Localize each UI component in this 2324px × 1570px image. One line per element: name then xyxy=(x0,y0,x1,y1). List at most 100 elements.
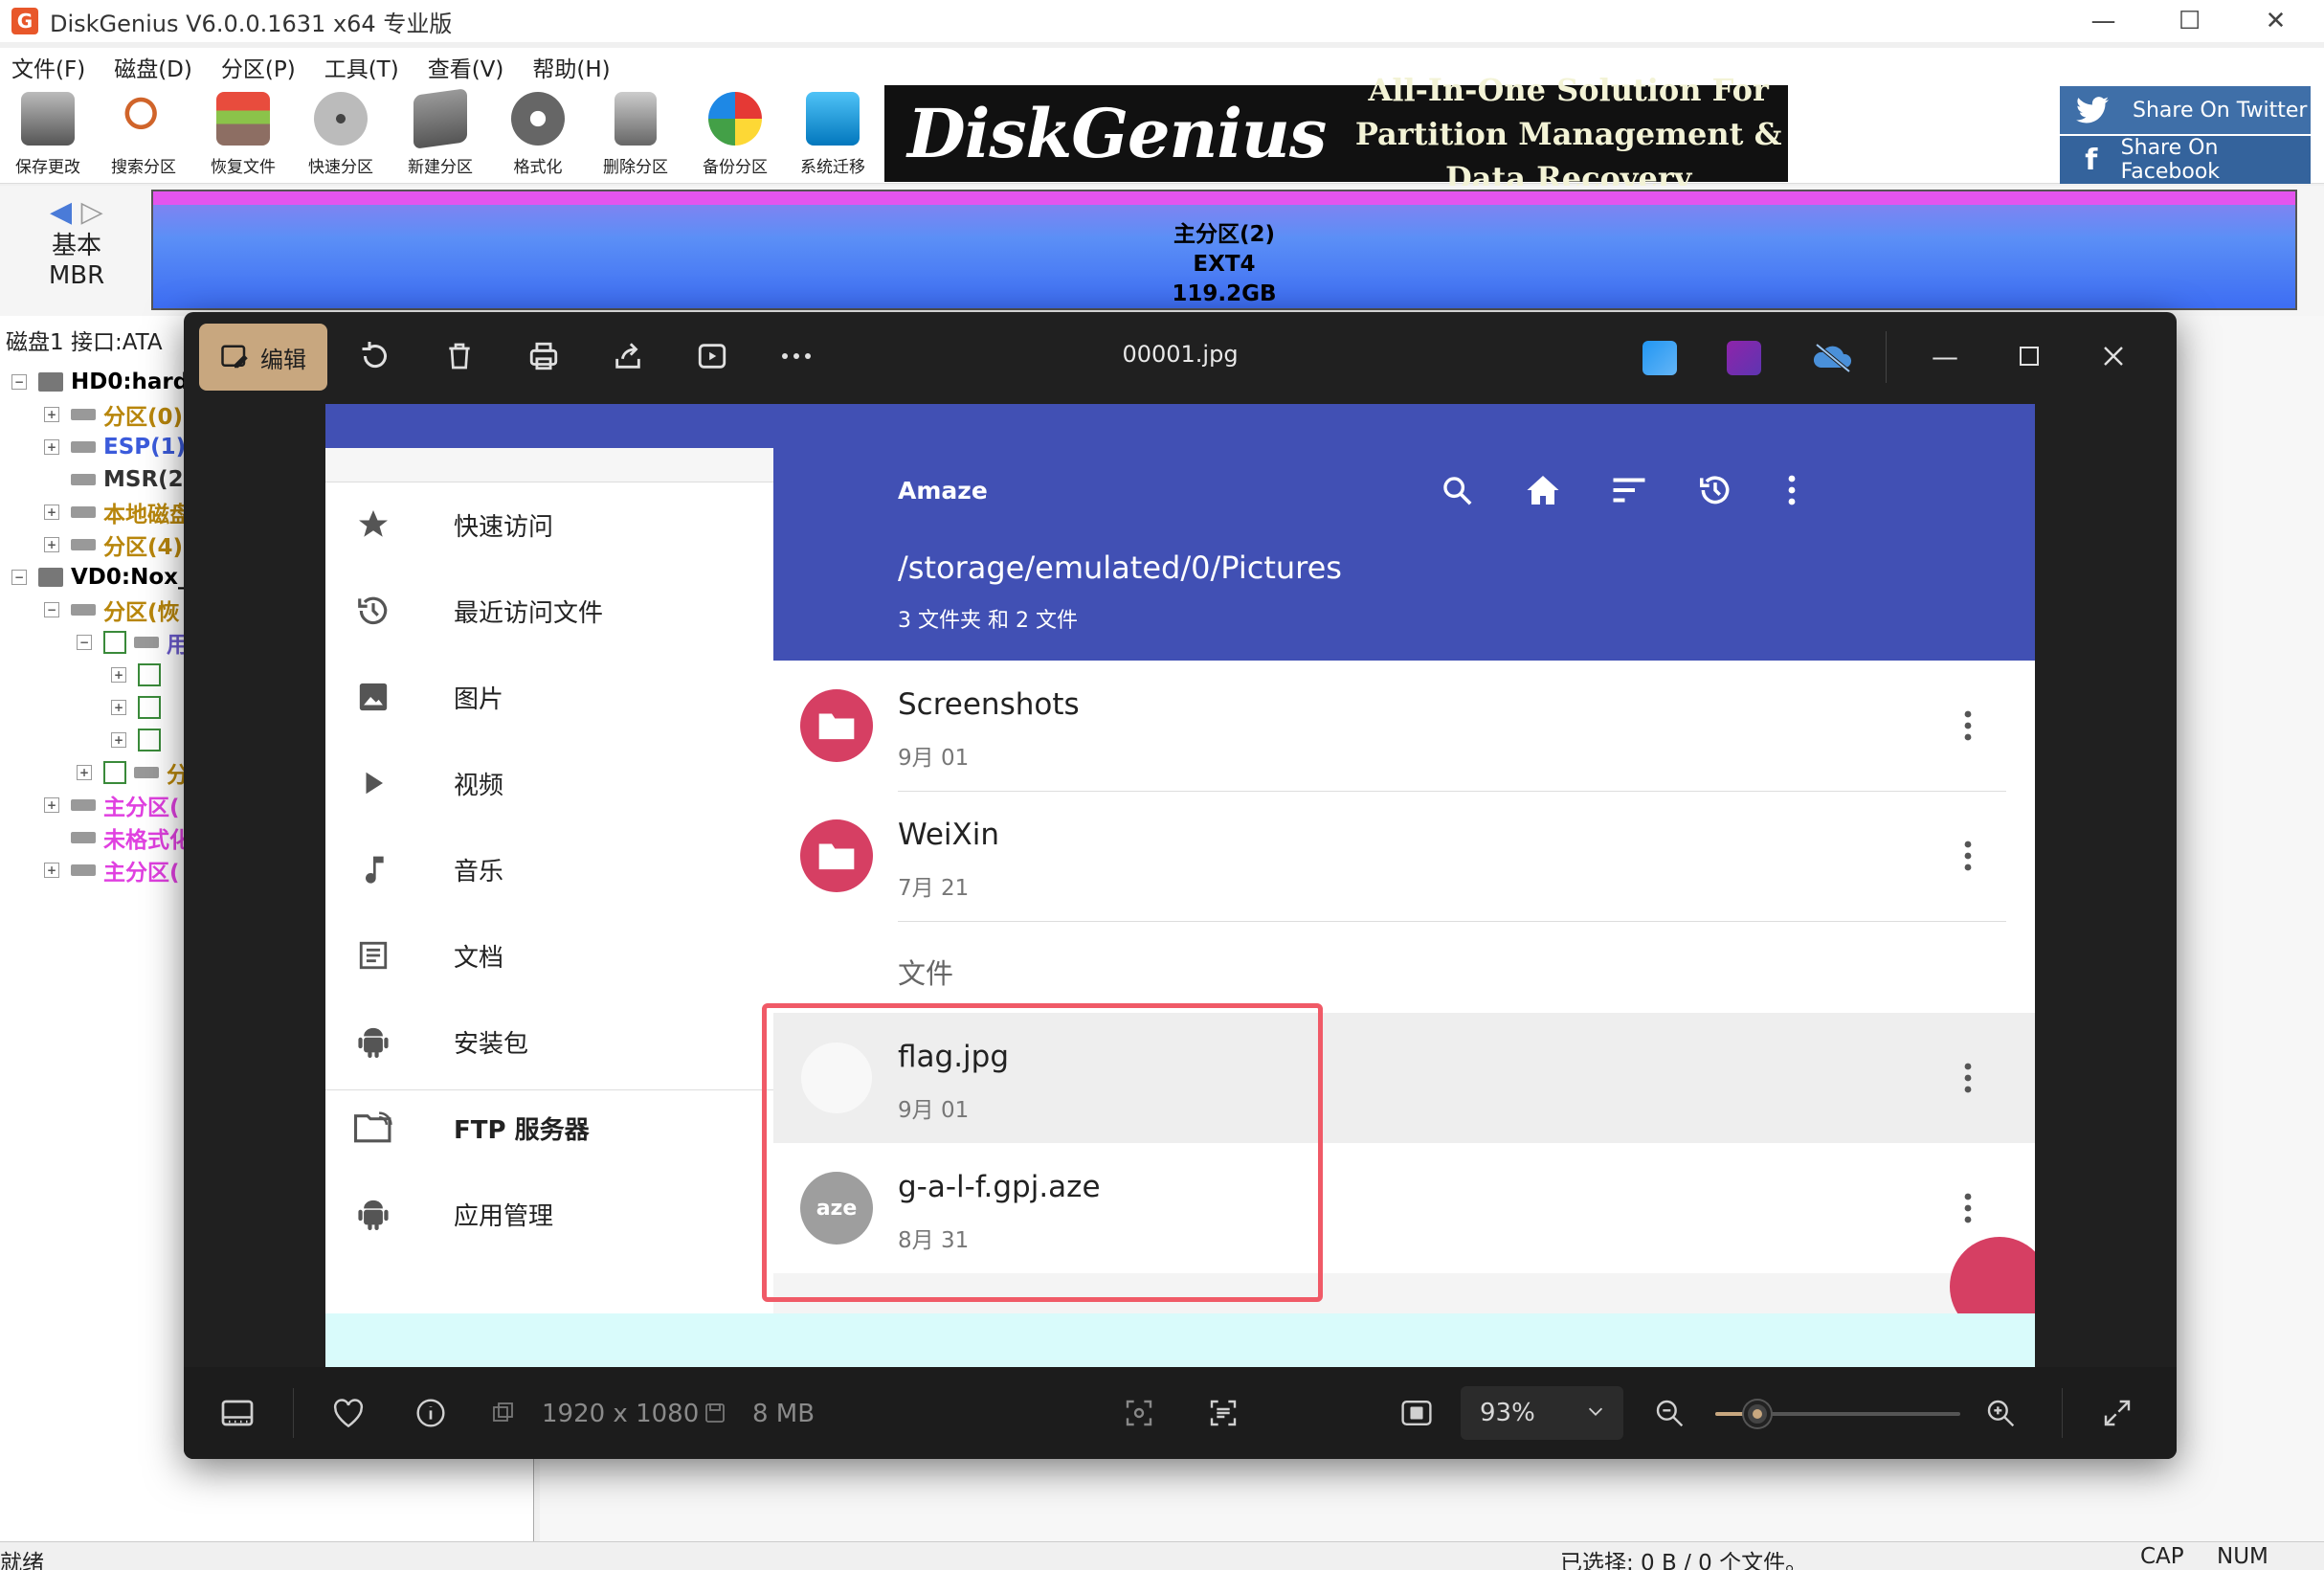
share-icon[interactable] xyxy=(607,335,649,377)
zoom-out-icon[interactable] xyxy=(1648,1392,1690,1434)
visual-search-icon[interactable] xyxy=(1118,1392,1160,1434)
clipchamp-icon[interactable] xyxy=(1727,341,1761,375)
list-item[interactable]: aze g-a-l-f.gpj.aze 8月 31 xyxy=(773,1143,2035,1273)
tree-item[interactable]: + 主分区( xyxy=(44,854,180,886)
drawer-item-ftp[interactable]: FTP 服务器 xyxy=(325,1093,773,1162)
list-item[interactable]: Screenshots 9月 01 xyxy=(773,661,2035,791)
zoom-slider-thumb[interactable] xyxy=(1743,1401,1771,1427)
search-partition-button[interactable]: 搜索分区 xyxy=(96,88,191,180)
partition-icon xyxy=(71,441,96,453)
drawer-item-quick-access[interactable]: 快速访问 xyxy=(325,490,773,559)
minimize-button[interactable]: — xyxy=(2058,0,2149,42)
item-more-icon[interactable] xyxy=(1949,835,1987,877)
disk-type-label: 基本 MBR xyxy=(48,232,105,290)
maximize-button[interactable]: ☐ xyxy=(2144,0,2235,42)
viewer-bottom-bar: 1920 x 1080 8 MB 93% xyxy=(184,1367,2177,1459)
item-more-icon[interactable] xyxy=(1949,1057,1987,1099)
zoom-slider[interactable] xyxy=(1715,1401,1960,1427)
share-twitter-button[interactable]: Share On Twitter xyxy=(2060,86,2311,134)
recover-files-button[interactable]: 恢复文件 xyxy=(195,88,291,180)
close-button[interactable]: ✕ xyxy=(2230,0,2321,42)
delete-partition-button[interactable]: 删除分区 xyxy=(588,88,683,180)
tree-item[interactable]: + xyxy=(111,659,168,691)
tree-item[interactable]: − 分区(恢 xyxy=(44,594,180,626)
actual-size-icon[interactable] xyxy=(1396,1392,1438,1434)
tree-item[interactable]: + 分区(4) xyxy=(44,528,183,561)
magnifier-icon xyxy=(117,92,170,146)
new-partition-button[interactable]: 新建分区 xyxy=(392,88,488,180)
tree-item[interactable]: 未格式化 xyxy=(71,821,191,854)
zoom-in-icon[interactable] xyxy=(1979,1392,2022,1434)
filmstrip-icon[interactable] xyxy=(216,1392,258,1434)
drawer-item-video[interactable]: 视频 xyxy=(325,749,773,818)
zoom-level-dropdown[interactable]: 93% xyxy=(1461,1386,1623,1440)
maximize-button[interactable] xyxy=(2008,335,2050,377)
minimize-button[interactable]: — xyxy=(1924,335,1966,377)
more-options-icon[interactable] xyxy=(775,335,817,377)
search-icon[interactable] xyxy=(1434,467,1480,513)
text-scan-icon[interactable] xyxy=(1202,1392,1244,1434)
photos-app-icon[interactable] xyxy=(1642,341,1677,375)
resolution-icon xyxy=(488,1392,517,1434)
quick-partition-button[interactable]: 快速分区 xyxy=(293,88,389,180)
menu-help[interactable]: 帮助(H) xyxy=(532,51,610,83)
menu-view[interactable]: 查看(V) xyxy=(428,51,504,83)
tree-item[interactable]: MSR(2 xyxy=(71,463,184,496)
checkbox[interactable] xyxy=(138,696,161,719)
item-more-icon[interactable] xyxy=(1949,1187,1987,1229)
drawer-item-recent[interactable]: 最近访问文件 xyxy=(325,576,773,645)
menu-file[interactable]: 文件(F) xyxy=(11,51,85,83)
tree-item[interactable]: + ESP(1) xyxy=(44,431,186,463)
onedrive-icon[interactable] xyxy=(1811,341,1855,375)
tree-item[interactable]: + 主分区( xyxy=(44,789,180,821)
checkbox[interactable] xyxy=(103,761,126,784)
drawer-item-apks[interactable]: 安装包 xyxy=(325,1007,773,1076)
share-facebook-button[interactable]: f Share On Facebook xyxy=(2060,136,2311,184)
tree-item[interactable]: − 用 xyxy=(77,626,189,659)
system-migrate-button[interactable]: 系统迁移 xyxy=(785,88,881,180)
drawer-item-images[interactable]: 图片 xyxy=(325,662,773,731)
partition-icon xyxy=(71,409,96,420)
checkbox[interactable] xyxy=(138,663,161,686)
tree-item[interactable]: + 分 xyxy=(77,756,189,789)
item-more-icon[interactable] xyxy=(1949,705,1987,747)
partition-block[interactable]: 主分区(2) EXT4 119.2GB xyxy=(151,190,2297,310)
backup-partition-button[interactable]: 备份分区 xyxy=(687,88,783,180)
drawer-item-music[interactable]: 音乐 xyxy=(325,835,773,904)
edit-button[interactable]: 编辑 xyxy=(199,324,327,391)
image-canvas[interactable]: 快速访问 最近访问文件 图片 视频 音乐 文档 安装包 FTP 服务器 应用管理… xyxy=(325,404,2035,1367)
history-icon xyxy=(354,592,392,630)
drawer-item-app-manager[interactable]: 应用管理 xyxy=(325,1179,773,1248)
overflow-menu-icon[interactable] xyxy=(1769,467,1815,513)
info-icon[interactable] xyxy=(410,1392,452,1434)
format-button[interactable]: 格式化 xyxy=(490,88,586,180)
rotate-icon[interactable] xyxy=(354,335,396,377)
history-icon[interactable] xyxy=(1692,467,1738,513)
close-button[interactable] xyxy=(2092,335,2134,377)
sort-icon[interactable] xyxy=(1606,467,1652,513)
print-icon[interactable] xyxy=(523,335,565,377)
partition-icon xyxy=(71,474,96,485)
slideshow-icon[interactable] xyxy=(691,335,733,377)
tree-item[interactable]: − VD0:Nox_ xyxy=(11,561,189,594)
list-item[interactable]: flag.jpg 9月 01 xyxy=(773,1013,2035,1143)
tree-item[interactable]: + 分区(0) xyxy=(44,398,183,431)
disk-nav-arrows[interactable]: ◀ ▷ xyxy=(50,195,103,229)
tree-item[interactable]: + 本地磁盘 xyxy=(44,496,191,528)
tree-item[interactable]: + xyxy=(111,691,168,724)
fullscreen-icon[interactable] xyxy=(2096,1392,2138,1434)
tree-item[interactable]: + xyxy=(111,724,168,756)
menu-tools[interactable]: 工具(T) xyxy=(324,51,399,83)
tree-item[interactable]: − HD0:hard xyxy=(11,366,189,398)
favorite-heart-icon[interactable] xyxy=(327,1392,369,1434)
drawer-item-documents[interactable]: 文档 xyxy=(325,921,773,990)
checkbox[interactable] xyxy=(138,729,161,751)
list-item[interactable]: WeiXin 7月 21 xyxy=(773,791,2035,921)
delete-icon[interactable] xyxy=(438,335,480,377)
menu-partition[interactable]: 分区(P) xyxy=(221,51,296,83)
checkbox[interactable] xyxy=(103,631,126,654)
home-icon[interactable] xyxy=(1520,467,1566,513)
amaze-app-bar: Amaze /storage/emulated/0/Pictures 3 文件夹… xyxy=(773,404,2035,661)
menu-disk[interactable]: 磁盘(D) xyxy=(114,51,192,83)
save-changes-button[interactable]: 保存更改 xyxy=(0,88,96,180)
